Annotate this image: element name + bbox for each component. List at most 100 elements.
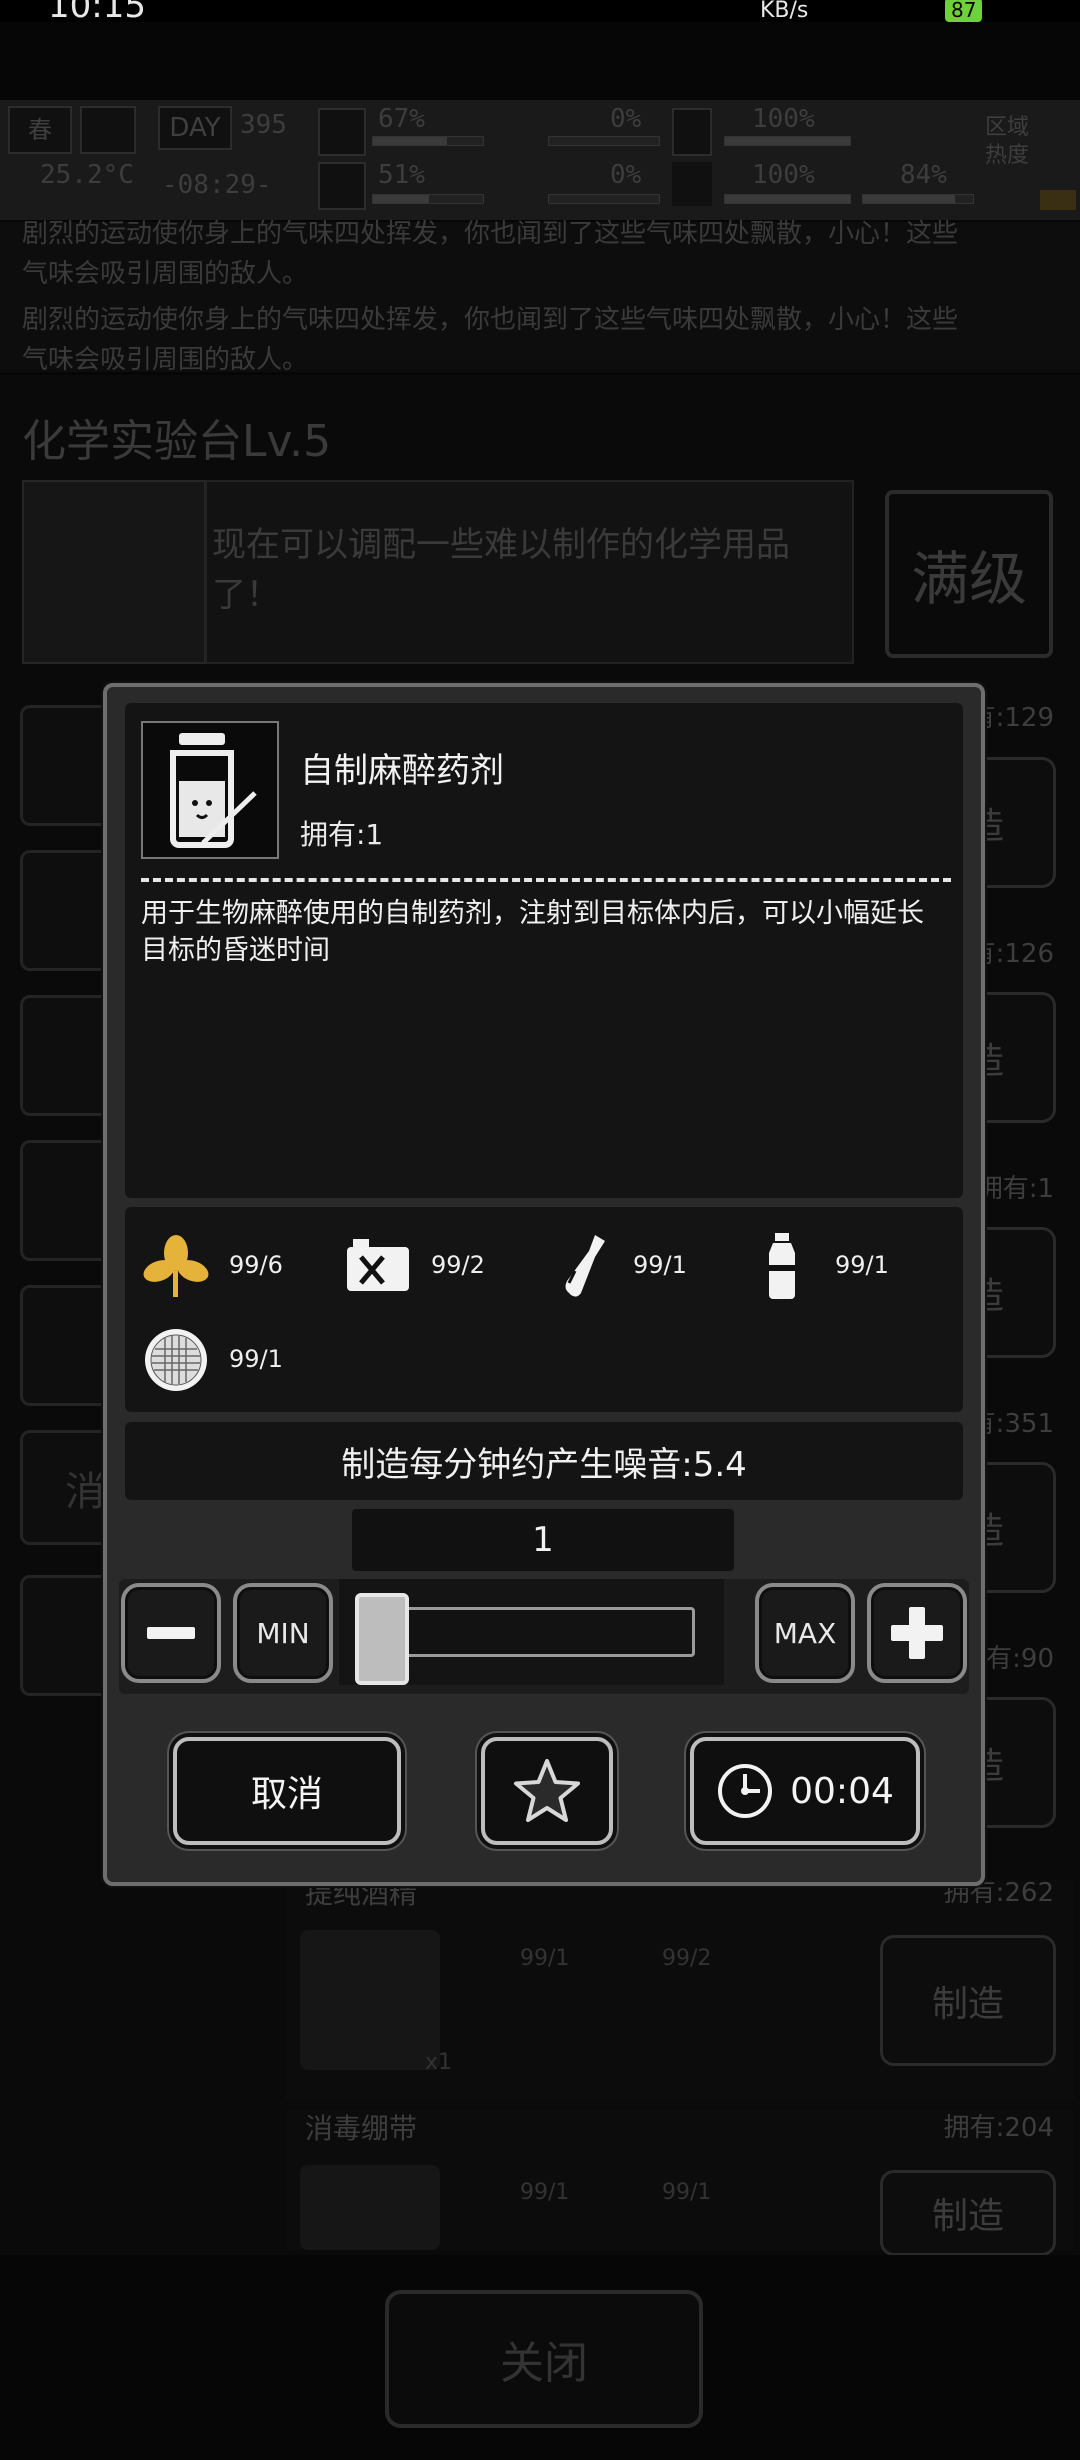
- owned-count: 拥有:204: [943, 2113, 1054, 2143]
- noise-text: 制造每分钟约产生噪音:5.4: [341, 1444, 747, 1485]
- decrease-button[interactable]: [121, 1583, 221, 1683]
- bleed-icon: [500, 108, 540, 152]
- food-bar: [724, 136, 851, 146]
- increase-button[interactable]: [867, 1583, 967, 1683]
- clock-icon: [718, 1764, 773, 1818]
- item-owned-count: 拥有:1: [300, 818, 384, 851]
- herb-icon: [141, 1231, 211, 1301]
- quantity-controls: MIN MAX: [119, 1579, 969, 1694]
- recipe-image: [300, 2165, 440, 2250]
- food-bar-fill: [725, 137, 850, 145]
- energy-value: 51%: [378, 160, 425, 190]
- health-value: 67%: [378, 104, 425, 134]
- craft-button[interactable]: 制造: [880, 2170, 1056, 2256]
- water-value: 84%: [900, 160, 947, 190]
- craft-button-label: 制造: [931, 1983, 1004, 2025]
- zone-heat-label: 区域热度: [985, 115, 1030, 168]
- start-craft-button[interactable]: 00:04: [690, 1737, 920, 1845]
- ingredients-panel: 99/6 99/2 99/1 99/1 99/1: [125, 1207, 963, 1412]
- ingredient-qty: 99/1: [835, 1251, 889, 1279]
- status-bar: 10:15 KB/s 87: [0, 0, 1080, 26]
- ingredient-qty: 99/1: [229, 1345, 283, 1373]
- message-log: 剧烈的运动使你身上的气味四处挥发，你也闻到了这些气味四处飘散，小心！这些 气味会…: [0, 219, 1080, 375]
- stomach-icon: [672, 108, 712, 156]
- quantity-display: 1: [352, 1509, 734, 1571]
- cancel-button[interactable]: 取消: [173, 1737, 401, 1845]
- bench-description: 现在可以调配一些难以制作的化学用品了！: [212, 525, 790, 615]
- recipe-image: [300, 1930, 440, 2070]
- star-icon: [514, 1759, 580, 1822]
- infection-bar: [548, 194, 660, 204]
- bleed-bar: [548, 136, 660, 146]
- min-button-label: MIN: [256, 1616, 310, 1650]
- max-button[interactable]: MAX: [755, 1583, 855, 1683]
- slider-track[interactable]: [359, 1607, 695, 1657]
- craft-button[interactable]: 制造: [880, 1935, 1056, 2066]
- close-button[interactable]: 关闭: [385, 2290, 703, 2428]
- day-label: DAY: [158, 106, 232, 150]
- log-line: 剧烈的运动使你身上的气味四处挥发，你也闻到了这些气味四处飘散，小心！这些: [22, 219, 959, 249]
- glass-bottle-icon: [545, 1231, 615, 1301]
- max-button-label: MAX: [773, 1616, 837, 1650]
- health-bar: [372, 136, 484, 146]
- item-name: 自制麻醉药剂: [300, 751, 504, 791]
- food-value: 100%: [752, 104, 815, 134]
- infection-value: 0%: [610, 160, 642, 190]
- season-indicator: 春: [8, 106, 72, 154]
- energy-bar: [372, 194, 484, 204]
- medkit-icon: [318, 108, 366, 156]
- filter-mesh-icon: [141, 1325, 211, 1395]
- thirst-icon: [862, 108, 962, 152]
- category-tab-label: 消: [65, 1468, 105, 1515]
- ingredient-qty: 99/2: [662, 1946, 712, 1971]
- bench-image: [22, 480, 206, 664]
- slider-handle[interactable]: [355, 1593, 409, 1685]
- day-number: 395: [240, 110, 287, 140]
- fuel-can-icon: [343, 1231, 413, 1301]
- battery-indicator: 87: [945, 0, 983, 22]
- heart-icon: [672, 162, 712, 206]
- recipe-count: x1: [425, 2050, 453, 2075]
- noise-info: 制造每分钟约产生噪音:5.4: [125, 1422, 963, 1500]
- log-line: 气味会吸引周围的敌人。: [22, 345, 309, 375]
- water-bar-fill: [863, 195, 956, 203]
- ingredient-qty: 99/1: [662, 2180, 712, 2205]
- log-line: 剧烈的运动使你身上的气味四处挥发，你也闻到了这些气味四处飘散，小心！这些: [22, 305, 959, 335]
- water-bottle-icon: [747, 1231, 817, 1301]
- ingredient-qty: 99/2: [431, 1251, 485, 1279]
- sun-icon: [80, 106, 136, 154]
- status-time: 10:15: [48, 0, 146, 26]
- recipe-title: 消毒绷带: [305, 2112, 418, 2145]
- status-speed: KB/s: [760, 0, 809, 23]
- brain-icon: [318, 162, 366, 210]
- plus-icon: [891, 1607, 943, 1659]
- infection-icon: [500, 162, 540, 206]
- max-level-badge: 满级: [885, 490, 1053, 658]
- zone-heat-meter: [1040, 190, 1076, 210]
- mood-bar: [724, 194, 851, 204]
- survival-hud: 春 25.2°C DAY 395 -08:29- 67% 51% 0% 0% 1…: [0, 100, 1080, 220]
- ingredient-qty: 99/6: [229, 1251, 283, 1279]
- bleed-value: 0%: [610, 104, 642, 134]
- craft-dialog: 自制麻醉药剂 拥有:1 用于生物麻醉使用的自制药剂，注射到目标体内后，可以小幅延…: [103, 683, 985, 1886]
- mood-value: 100%: [752, 160, 815, 190]
- quantity-slider[interactable]: [339, 1579, 724, 1685]
- ingredient-qty: 99/1: [520, 2180, 570, 2205]
- close-button-label: 关闭: [500, 2338, 588, 2389]
- minus-icon: [147, 1627, 195, 1639]
- energy-bar-fill: [373, 195, 430, 203]
- owned-count: 拥有:1: [976, 1174, 1054, 1204]
- item-info-panel: 自制麻醉药剂 拥有:1 用于生物麻醉使用的自制药剂，注射到目标体内后，可以小幅延…: [125, 703, 963, 1198]
- item-description: 用于生物麻醉使用的自制药剂，注射到目标体内后，可以小幅延长目标的昏迷时间: [141, 898, 924, 966]
- ingredient-qty: 99/1: [633, 1251, 687, 1279]
- cancel-button-label: 取消: [250, 1774, 323, 1815]
- water-bar: [862, 194, 974, 204]
- min-button[interactable]: MIN: [233, 1583, 333, 1683]
- game-clock: -08:29-: [162, 170, 272, 200]
- bench-title: 化学实验台Lv.5: [22, 416, 332, 467]
- craft-timer: 00:04: [790, 1770, 894, 1812]
- syringe-bottle-icon: [141, 721, 279, 859]
- craft-button-label: 制造: [931, 2196, 1004, 2237]
- favorite-button[interactable]: [481, 1737, 613, 1845]
- health-bar-fill: [373, 137, 447, 145]
